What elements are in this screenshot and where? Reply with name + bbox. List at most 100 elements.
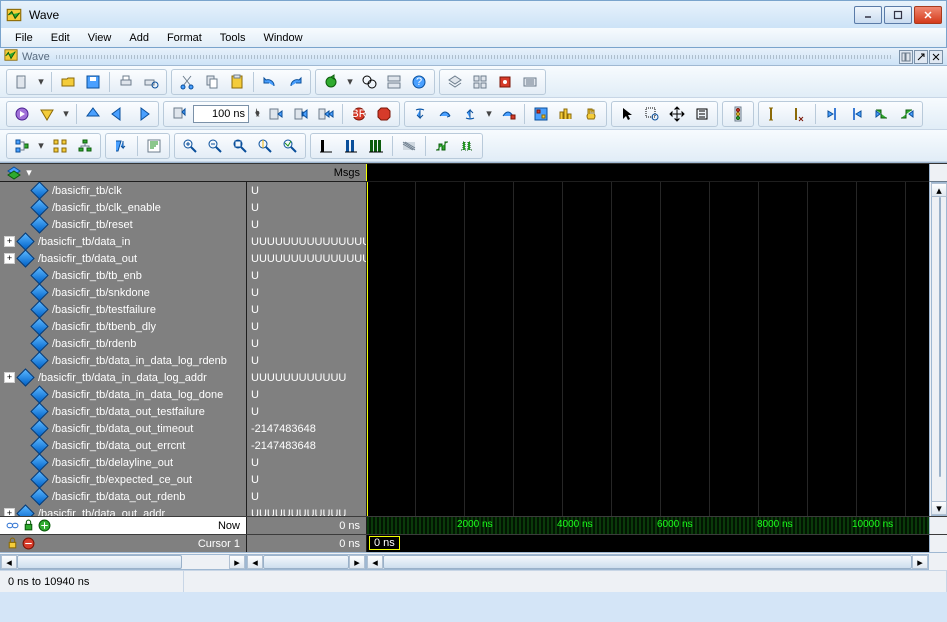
open-icon[interactable]	[57, 71, 79, 93]
zoom-in-icon[interactable]	[179, 135, 201, 157]
new-file-icon[interactable]	[11, 71, 33, 93]
signal-row[interactable]: /basicfir_tb/data_out_timeout	[0, 420, 246, 437]
cursor-insert-icon[interactable]	[763, 103, 785, 125]
expand-toggle[interactable]: +	[4, 508, 15, 516]
signal-row[interactable]: /basicfir_tb/expected_ce_out	[0, 471, 246, 488]
zoom-out-icon[interactable]	[204, 135, 226, 157]
options-icon[interactable]	[36, 103, 58, 125]
scroll-up-icon[interactable]: ▴	[931, 183, 947, 197]
refresh-dropdown[interactable]: ▾	[345, 75, 355, 88]
minimize-button[interactable]	[854, 6, 882, 24]
filter-icon[interactable]	[143, 135, 165, 157]
add-cursor-icon[interactable]	[38, 519, 51, 532]
close-button[interactable]	[914, 6, 942, 24]
edit-graphic-icon[interactable]	[691, 103, 713, 125]
signal-row[interactable]: /basicfir_tb/testfailure	[0, 301, 246, 318]
wave-mode-2-icon[interactable]	[340, 135, 362, 157]
remove-cursor-icon[interactable]	[22, 537, 35, 550]
cursor-lock-icon[interactable]	[6, 537, 19, 550]
new-dropdown[interactable]: ▾	[36, 75, 46, 88]
sort-icon[interactable]	[110, 135, 132, 157]
continue-run-icon[interactable]	[290, 103, 312, 125]
nav-fwd-icon[interactable]	[132, 103, 154, 125]
undo-icon[interactable]	[259, 71, 281, 93]
wave-mode-3-icon[interactable]	[365, 135, 387, 157]
cursor-track[interactable]: 0 ns	[366, 535, 929, 552]
signal-row[interactable]: /basicfir_tb/data_out_errcnt	[0, 437, 246, 454]
signal-row[interactable]: /basicfir_tb/clk_enable	[0, 199, 246, 216]
menu-edit[interactable]: Edit	[43, 30, 78, 46]
menu-tools[interactable]: Tools	[212, 30, 254, 46]
signal-row[interactable]: /basicfir_tb/rdenb	[0, 335, 246, 352]
memory-icon[interactable]	[494, 71, 516, 93]
breakpoint-hand-icon[interactable]	[580, 103, 602, 125]
step-out-icon[interactable]	[459, 103, 481, 125]
move-icon[interactable]	[666, 103, 688, 125]
run-icon[interactable]	[265, 103, 287, 125]
menu-add[interactable]: Add	[121, 30, 157, 46]
objects-dropdown[interactable]: ▾	[24, 166, 34, 179]
signal-row[interactable]: /basicfir_tb/data_out_testfailure	[0, 403, 246, 420]
list-view-icon[interactable]	[49, 135, 71, 157]
expand-toggle[interactable]: +	[4, 236, 15, 247]
signal-row[interactable]: +/basicfir_tb/data_out	[0, 250, 246, 267]
cursor-prev-trans-icon[interactable]	[821, 103, 843, 125]
msg-hscroll[interactable]: ◂▸	[246, 554, 366, 570]
menu-file[interactable]: File	[7, 30, 41, 46]
zoom-other-icon[interactable]	[279, 135, 301, 157]
run-length-input[interactable]	[193, 105, 249, 123]
pane-close-icon[interactable]	[929, 50, 943, 64]
layers-icon[interactable]	[444, 71, 466, 93]
signal-row[interactable]: /basicfir_tb/data_in_data_log_done	[0, 386, 246, 403]
maximize-button[interactable]	[884, 6, 912, 24]
tree-view-icon[interactable]	[74, 135, 96, 157]
zoom-full-icon[interactable]	[229, 135, 251, 157]
compile-icon[interactable]	[11, 103, 33, 125]
traffic-light-icon[interactable]	[727, 103, 749, 125]
refresh-icon[interactable]	[320, 71, 342, 93]
profile-icon[interactable]	[555, 103, 577, 125]
signal-row[interactable]: +/basicfir_tb/data_out_addr	[0, 505, 246, 516]
pane-undock-icon[interactable]	[914, 50, 928, 64]
time-unit-dropdown[interactable]: 🖢	[252, 107, 262, 120]
wave-mode-1-icon[interactable]	[315, 135, 337, 157]
cursor-next-trans-icon[interactable]	[846, 103, 868, 125]
objects-button[interactable]	[4, 165, 24, 181]
step-into-icon[interactable]	[409, 103, 431, 125]
signal-row[interactable]: /basicfir_tb/data_in_data_log_rdenb	[0, 352, 246, 369]
signal-row[interactable]: /basicfir_tb/data_out_rdenb	[0, 488, 246, 505]
signal-row[interactable]: /basicfir_tb/tbenb_dly	[0, 318, 246, 335]
grid-settings-icon[interactable]	[469, 71, 491, 93]
menu-window[interactable]: Window	[255, 30, 310, 46]
expand-toggle[interactable]: +	[4, 372, 15, 383]
restart-icon[interactable]	[168, 103, 190, 125]
nav-up-icon[interactable]	[82, 103, 104, 125]
link-icon[interactable]	[6, 519, 19, 532]
scroll-down-icon[interactable]: ▾	[931, 501, 947, 515]
compile-dropdown[interactable]: ▾	[61, 107, 71, 120]
prev-falling-icon[interactable]	[871, 103, 893, 125]
cursor-select-icon[interactable]	[616, 103, 638, 125]
dataflow-icon[interactable]	[519, 71, 541, 93]
zoom-cursor-icon[interactable]	[254, 135, 276, 157]
nav-back-icon[interactable]	[107, 103, 129, 125]
wave-column[interactable]	[366, 182, 929, 516]
waveform-pulse-icon[interactable]	[456, 135, 478, 157]
paste-icon[interactable]	[226, 71, 248, 93]
stop-icon[interactable]	[373, 103, 395, 125]
struct-view-icon[interactable]	[11, 135, 33, 157]
waveform-steps-icon[interactable]	[431, 135, 453, 157]
find-icon[interactable]	[358, 71, 380, 93]
time-ruler[interactable]: 2000 ns 4000 ns 6000 ns 8000 ns 10000 ns	[366, 517, 929, 534]
signal-row[interactable]: /basicfir_tb/delayline_out	[0, 454, 246, 471]
menu-view[interactable]: View	[80, 30, 120, 46]
redo-icon[interactable]	[284, 71, 306, 93]
signal-row[interactable]: +/basicfir_tb/data_in_data_log_addr	[0, 369, 246, 386]
pattern-1-icon[interactable]	[398, 135, 420, 157]
step-over-icon[interactable]	[434, 103, 456, 125]
signal-row[interactable]: /basicfir_tb/tb_enb	[0, 267, 246, 284]
signal-row[interactable]: +/basicfir_tb/data_in	[0, 233, 246, 250]
wave-hscroll[interactable]: ◂▸	[366, 554, 929, 570]
sig-hscroll[interactable]: ◂▸	[0, 554, 246, 570]
signal-row[interactable]: /basicfir_tb/reset	[0, 216, 246, 233]
